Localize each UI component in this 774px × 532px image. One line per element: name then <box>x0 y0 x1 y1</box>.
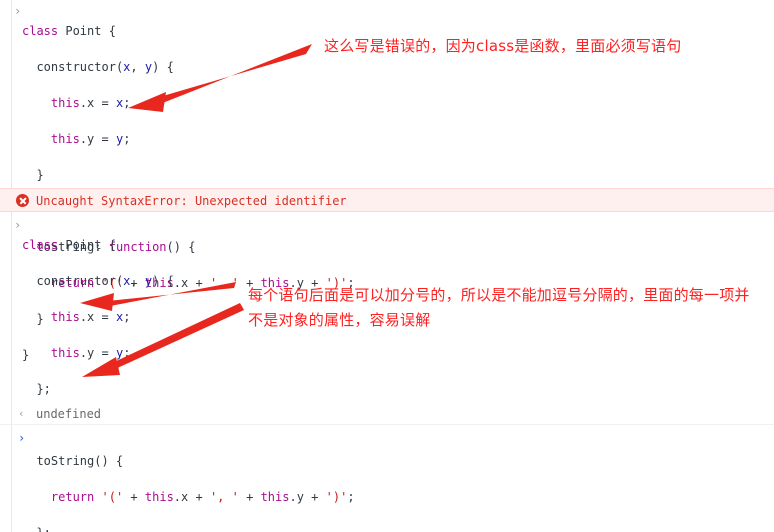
code-line: } <box>36 168 44 182</box>
result-value: undefined <box>36 407 102 421</box>
error-message: Uncaught SyntaxError: Unexpected identif… <box>36 194 347 208</box>
code-line: return '(' + this.x + ', ' + this.y + ')… <box>50 490 355 504</box>
console-prompt-row[interactable]: › <box>0 427 774 449</box>
code-line: this.y = y; <box>50 346 131 360</box>
prompt-caret-icon: › <box>18 431 26 445</box>
result-arrow-icon: ‹ <box>18 407 25 420</box>
code-line: this.x = x; <box>50 96 131 110</box>
prompt-caret-icon: › <box>14 218 22 232</box>
console-error-row[interactable]: Uncaught SyntaxError: Unexpected identif… <box>0 188 774 212</box>
devtools-console-panel[interactable]: › class Point { constructor(x, y) { this… <box>0 0 774 532</box>
console-result-row[interactable]: ‹ undefined <box>0 403 774 425</box>
annotation-2: 每个语句后面是可以加分号的，所以是不能加逗号分隔的，里面的每一项并不是对象的属性… <box>248 286 750 329</box>
console-input-entry-2[interactable]: › class Point { constructor(x, y) { this… <box>0 214 774 532</box>
code-line: }; <box>22 524 774 532</box>
code-line: class Point { <box>22 238 116 252</box>
code-block-2: class Point { constructor(x, y) { this.x… <box>22 214 774 532</box>
code-line: }; <box>36 382 51 396</box>
code-line: constructor(x, y) { <box>36 60 174 74</box>
code-line: this.y = y; <box>50 132 131 146</box>
code-line: toString() { <box>36 454 124 468</box>
annotation-1: 这么写是错误的，因为class是函数，里面必须写语句 <box>324 37 682 55</box>
prompt-caret-icon: › <box>14 4 22 18</box>
error-circle-icon <box>16 194 29 207</box>
